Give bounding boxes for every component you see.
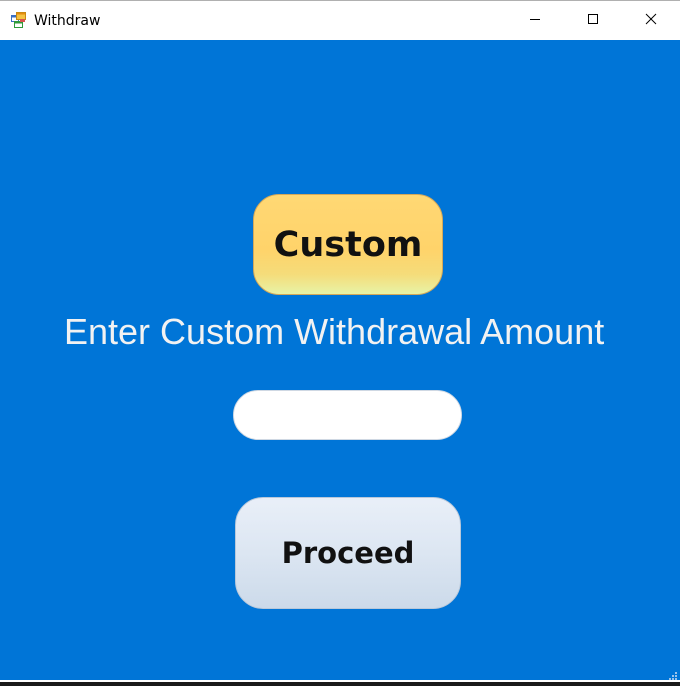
amount-input[interactable] — [233, 390, 462, 440]
title-bar[interactable]: Withdraw — [0, 1, 680, 40]
form-client-area: Custom Enter Custom Withdrawal Amount Pr… — [0, 40, 680, 680]
withdraw-window: Withdraw Custom Enter Custom Withdrawal … — [0, 0, 680, 682]
resize-grip-icon[interactable] — [668, 668, 678, 680]
windows-form-icon[interactable] — [11, 12, 27, 28]
maximize-icon — [587, 12, 599, 30]
close-button[interactable] — [622, 1, 680, 40]
close-icon — [645, 12, 657, 30]
proceed-button[interactable]: Proceed — [235, 497, 461, 609]
maximize-button[interactable] — [564, 1, 622, 40]
custom-button[interactable]: Custom — [253, 194, 443, 295]
minimize-icon — [529, 12, 541, 30]
custom-amount-heading: Enter Custom Withdrawal Amount — [64, 311, 605, 352]
window-title: Withdraw — [34, 13, 101, 29]
minimize-button[interactable] — [506, 1, 564, 40]
